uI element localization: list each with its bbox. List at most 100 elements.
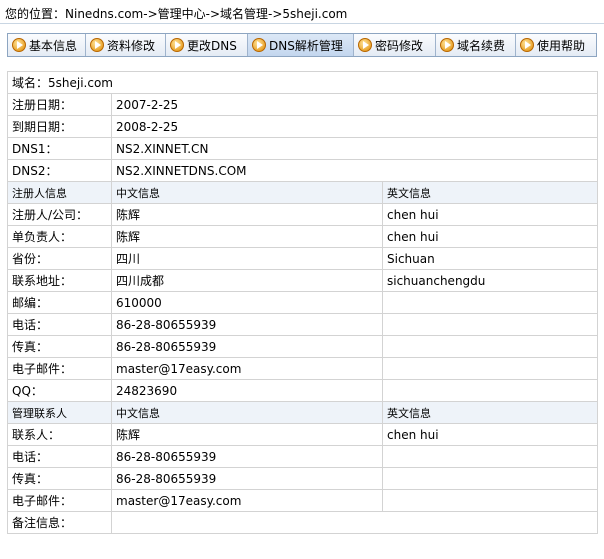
breadcrumb: 您的位置：Ninedns.com->管理中心->域名管理->5sheji.com (0, 0, 604, 24)
tab-basic-info[interactable]: 基本信息 (8, 34, 86, 56)
arrow-circle-icon (440, 38, 454, 52)
dns2-value: NS2.XINNETDNS.COM (110, 159, 599, 182)
row-value-cn: 610000 (111, 291, 383, 314)
row-label: 电子邮件： (7, 489, 112, 512)
row-value-cn: 四川 (111, 247, 383, 270)
dns2-row: DNS2： NS2.XINNETDNS.COM (7, 159, 599, 182)
tab-label: 域名续费 (457, 38, 506, 53)
row-label: 电话： (7, 313, 112, 336)
admin-header: 管理联系人 (7, 401, 112, 424)
table-row: 省份： 四川 Sichuan (7, 247, 599, 270)
reg-date-value: 2007-2-25 (110, 93, 599, 116)
remark-value (110, 511, 599, 534)
row-label: 单负责人： (7, 225, 112, 248)
row-value-cn: 陈辉 (111, 423, 383, 446)
tab-label: 使用帮助 (537, 38, 586, 53)
row-label: 联系人： (7, 423, 112, 446)
row-value-cn: 86-28-80655939 (111, 445, 383, 468)
col-header-cn: 中文信息 (111, 181, 383, 204)
tab-help[interactable]: 使用帮助 (516, 34, 596, 56)
arrow-circle-icon (90, 38, 104, 52)
table-row: 邮编： 610000 (7, 291, 599, 314)
row-value-en: chen hui (381, 203, 599, 226)
table-row: QQ： 24823690 (7, 379, 599, 402)
table-row: 注册人/公司： 陈辉 chen hui (7, 203, 599, 226)
arrow-circle-icon (170, 38, 184, 52)
row-value-cn: master@17easy.com (111, 489, 383, 512)
row-value-cn: 86-28-80655939 (111, 313, 383, 336)
exp-date-row: 到期日期： 2008-2-25 (7, 115, 599, 138)
row-label: QQ： (7, 379, 112, 402)
dns2-label: DNS2： (7, 159, 112, 182)
row-label: 电话： (7, 445, 112, 468)
row-value-en: chen hui (381, 225, 599, 248)
table-row: 电话： 86-28-80655939 (7, 313, 599, 336)
arrow-circle-icon (12, 38, 26, 52)
dns1-value: NS2.XINNET.CN (110, 137, 599, 160)
col-header-cn: 中文信息 (111, 401, 383, 424)
exp-date-label: 到期日期： (7, 115, 112, 138)
tab-dns-management[interactable]: DNS解析管理 (248, 34, 354, 56)
tab-edit-profile[interactable]: 资料修改 (86, 34, 166, 56)
tab-renew-domain[interactable]: 域名续费 (436, 34, 516, 56)
table-row: 电子邮件： master@17easy.com (7, 357, 599, 380)
domain-name: 域名：5sheji.com (6, 71, 599, 94)
col-header-en: 英文信息 (381, 181, 599, 204)
registrant-header-row: 注册人信息 中文信息 英文信息 (7, 181, 599, 204)
row-label: 传真： (7, 335, 112, 358)
remark-row: 备注信息： (7, 511, 599, 534)
arrow-circle-icon (520, 38, 534, 52)
row-label: 电子邮件： (7, 357, 112, 380)
row-value-en (381, 445, 599, 468)
arrow-circle-icon (358, 38, 372, 52)
row-value-cn: master@17easy.com (111, 357, 383, 380)
admin-header-row: 管理联系人 中文信息 英文信息 (7, 401, 599, 424)
table-row: 单负责人： 陈辉 chen hui (7, 225, 599, 248)
domain-info-table: 域名：5sheji.com 注册日期： 2007-2-25 到期日期： 2008… (6, 71, 599, 534)
row-value-cn: 86-28-80655939 (111, 467, 383, 490)
row-value-en: chen hui (381, 423, 599, 446)
tab-label: 基本信息 (29, 38, 78, 53)
table-row: 联系地址： 四川成都 sichuanchengdu (7, 269, 599, 292)
row-value-en (381, 467, 599, 490)
reg-date-label: 注册日期： (7, 93, 112, 116)
dns1-label: DNS1： (7, 137, 112, 160)
table-row: 传真： 86-28-80655939 (7, 335, 599, 358)
row-value-en (381, 489, 599, 512)
tab-change-dns[interactable]: 更改DNS (166, 34, 248, 56)
dns1-row: DNS1： NS2.XINNET.CN (7, 137, 599, 160)
row-label: 联系地址： (7, 269, 112, 292)
row-value-en: Sichuan (381, 247, 599, 270)
tab-bar: 基本信息 资料修改 更改DNS DNS解析管理 密码修改 域名续费 使用帮助 (7, 33, 597, 57)
row-value-en (381, 335, 599, 358)
breadcrumb-prefix: 您的位置： (5, 7, 66, 21)
registrant-header: 注册人信息 (7, 181, 112, 204)
row-value-cn: 四川成都 (111, 269, 383, 292)
row-value-en (381, 313, 599, 336)
exp-date-value: 2008-2-25 (110, 115, 599, 138)
arrow-circle-icon (252, 38, 266, 52)
row-value-en (381, 357, 599, 380)
table-row: 电子邮件： master@17easy.com (7, 489, 599, 512)
row-value-cn: 陈辉 (111, 203, 383, 226)
remark-label: 备注信息： (7, 511, 112, 534)
row-label: 传真： (7, 467, 112, 490)
row-label: 邮编： (7, 291, 112, 314)
tab-label: 资料修改 (107, 38, 156, 53)
table-row: 电话： 86-28-80655939 (7, 445, 599, 468)
breadcrumb-path: Ninedns.com->管理中心->域名管理->5sheji.com (65, 7, 348, 21)
row-label: 省份： (7, 247, 112, 270)
domain-row: 域名：5sheji.com (6, 71, 599, 94)
table-row: 传真： 86-28-80655939 (7, 467, 599, 490)
row-value-cn: 24823690 (111, 379, 383, 402)
tab-change-password[interactable]: 密码修改 (354, 34, 436, 56)
row-value-en (381, 291, 599, 314)
row-label: 注册人/公司： (7, 203, 112, 226)
row-value-en (381, 379, 599, 402)
row-value-en: sichuanchengdu (381, 269, 599, 292)
tab-label: DNS解析管理 (269, 38, 343, 53)
row-value-cn: 陈辉 (111, 225, 383, 248)
tab-label: 密码修改 (375, 38, 424, 53)
table-row: 联系人： 陈辉 chen hui (7, 423, 599, 446)
col-header-en: 英文信息 (381, 401, 599, 424)
